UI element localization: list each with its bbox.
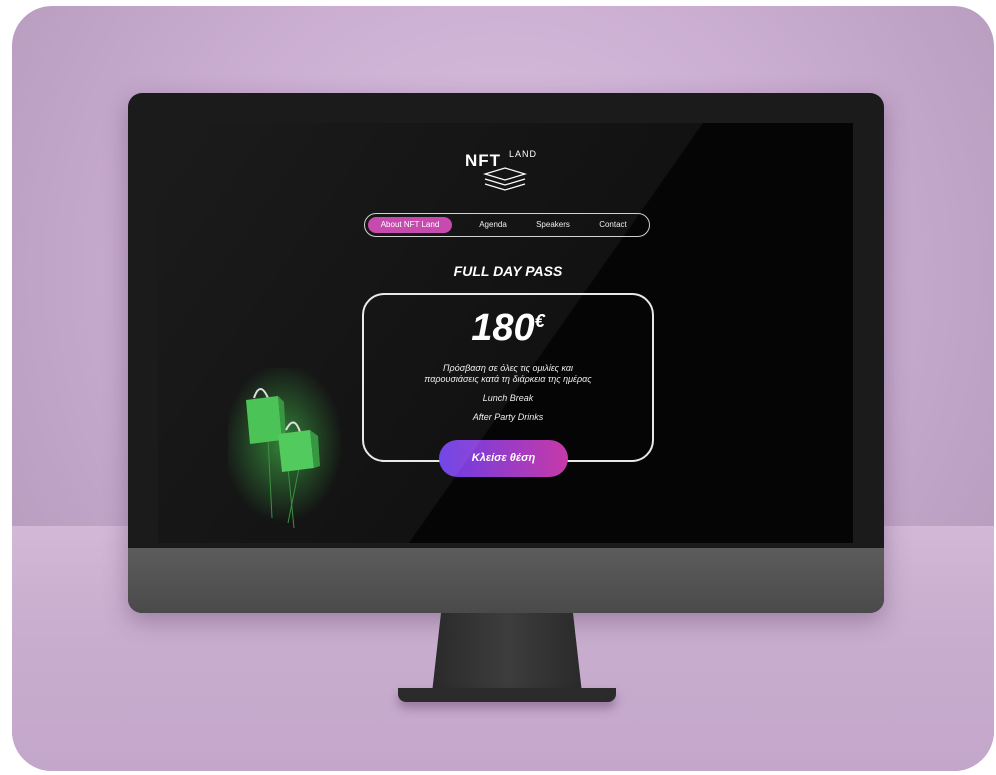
nav-item-agenda[interactable]: Agenda	[465, 217, 521, 233]
price-display: 180€	[364, 307, 652, 350]
price-currency: €	[534, 311, 545, 331]
nav-item-speakers[interactable]: Speakers	[525, 217, 581, 233]
layers-logo-icon	[482, 167, 528, 191]
pricing-card: 180€ Πρόσβαση σε όλες τις ομιλίες και πα…	[362, 293, 654, 462]
feature-party: After Party Drinks	[472, 412, 544, 422]
nav-item-about[interactable]: About NFT Land	[368, 217, 452, 233]
website-screen: NFT LAND About NFT Land Agenda Speakers …	[158, 123, 853, 543]
shopping-bags-illustration	[223, 363, 348, 529]
pass-title: FULL DAY PASS	[453, 263, 563, 279]
imac-monitor: NFT LAND About NFT Land Agenda Speakers …	[128, 93, 884, 613]
price-value: 180	[471, 307, 535, 349]
monitor-chin	[128, 548, 884, 613]
monitor-stand-foot	[398, 688, 616, 702]
nft-land-logo[interactable]: NFT LAND	[455, 148, 565, 193]
monitor-stand-neck	[432, 613, 582, 693]
feature-line-2: παρουσιάσεις κατά τη διάρκεια της ημέρας	[424, 374, 592, 384]
logo-text-sub: LAND	[509, 149, 538, 159]
book-seat-button[interactable]: Κλείσε θέση	[439, 440, 568, 477]
feature-lunch: Lunch Break	[482, 393, 534, 403]
main-nav: About NFT Land Agenda Speakers Contact	[364, 213, 650, 237]
nav-item-contact[interactable]: Contact	[585, 217, 641, 233]
feature-line-1: Πρόσβαση σε όλες τις ομιλίες και	[443, 363, 573, 373]
